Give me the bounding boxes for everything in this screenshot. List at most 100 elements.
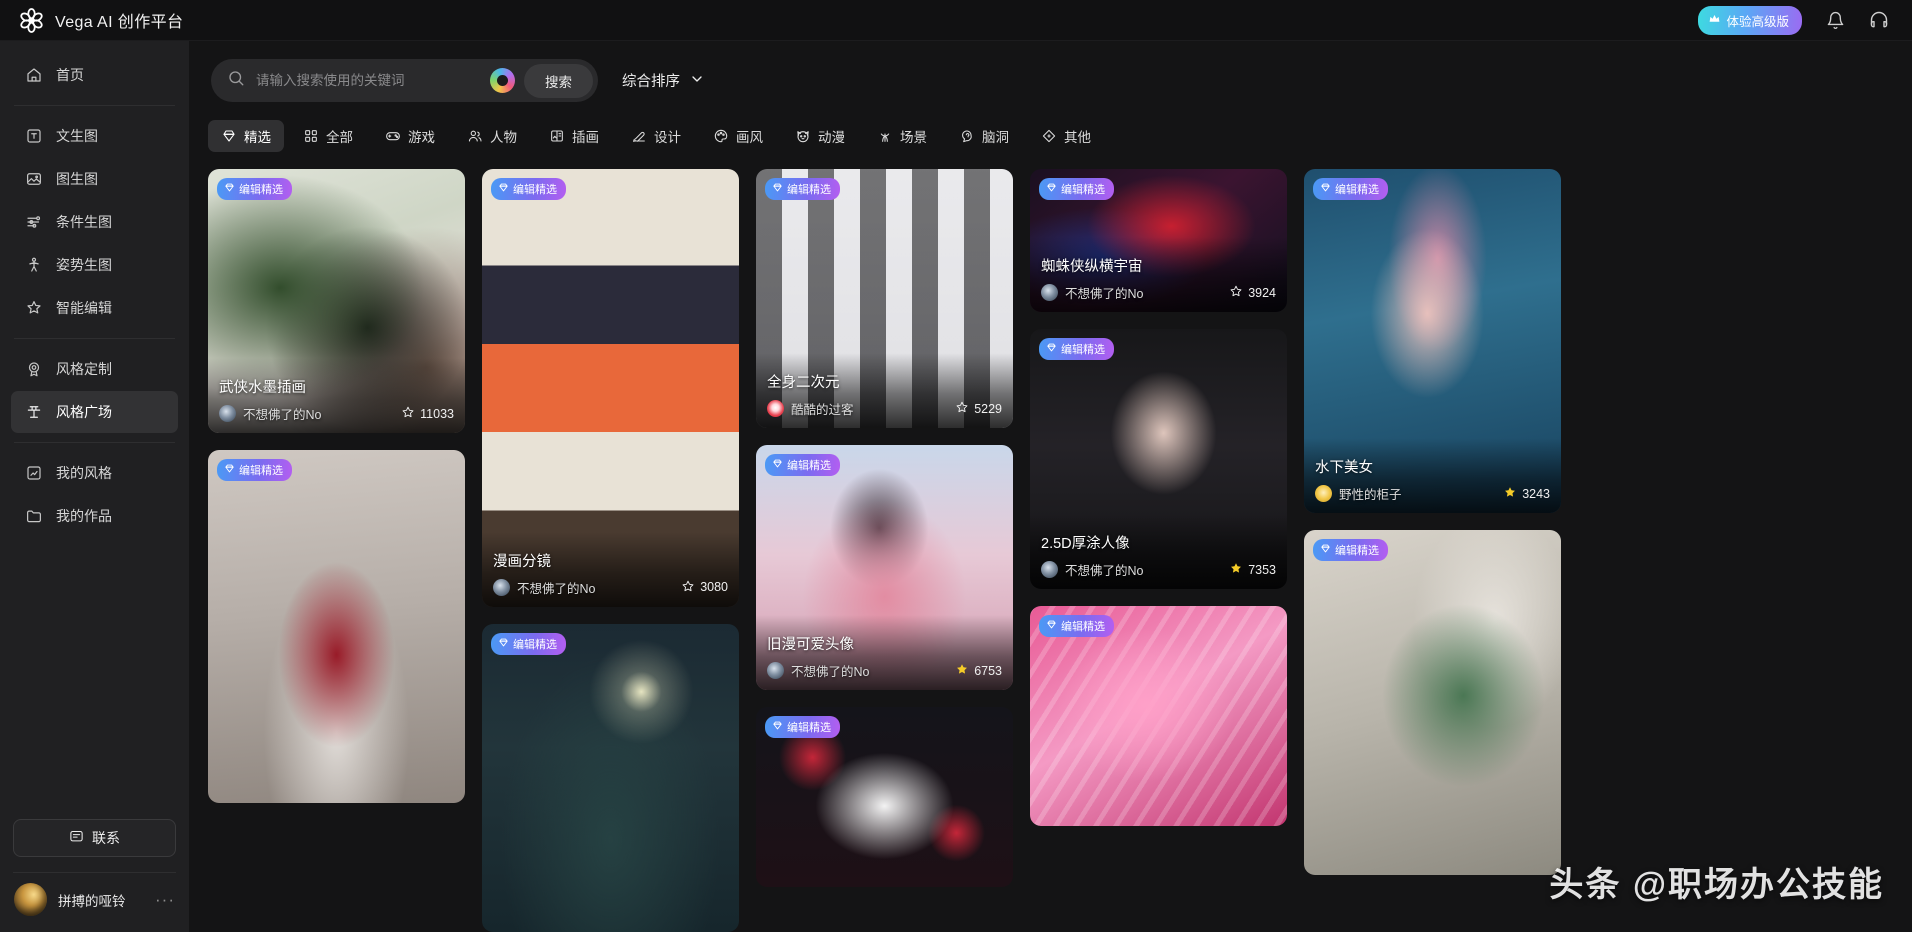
favorite-count[interactable]: 3924: [1229, 284, 1276, 301]
my-style-icon: [25, 464, 43, 482]
chevron-down-icon: [689, 71, 705, 91]
sidebar-divider: [14, 442, 175, 443]
tab-illustration[interactable]: 插画: [536, 120, 612, 152]
badge-label: 编辑精选: [1061, 184, 1105, 196]
sidebar-item-image-to-image[interactable]: 图生图: [11, 158, 178, 200]
style-card[interactable]: 编辑精选 水下美女 野性的柜子 3243: [1304, 169, 1561, 513]
badge-label: 编辑精选: [513, 184, 557, 196]
diamond-icon: [1320, 182, 1331, 196]
star-count: 3243: [1522, 486, 1550, 501]
style-card[interactable]: 编辑精选蜘蛛侠纵横宇宙不想佛了的No 3924: [1030, 169, 1287, 312]
favorite-count[interactable]: 11033: [401, 405, 454, 422]
tab-scene[interactable]: 场景: [864, 120, 940, 152]
tab-diamond[interactable]: 精选: [208, 120, 284, 152]
card-title: 水下美女: [1315, 460, 1373, 476]
user-profile-row[interactable]: 拼搏的哑铃 ···: [0, 883, 189, 916]
style-card[interactable]: 编辑精选 武侠水墨插画 不想佛了的No 11033: [208, 169, 465, 433]
brand[interactable]: Vega AI 创作平台: [0, 7, 184, 33]
contact-button[interactable]: 联系: [13, 819, 176, 857]
sidebar-item-magic-star[interactable]: 智能编辑: [11, 287, 178, 329]
favorite-count[interactable]: 6753: [955, 662, 1002, 679]
sidebar-item-label: 风格广场: [56, 404, 112, 420]
diamond-icon: [772, 720, 783, 734]
style-card[interactable]: 编辑精选 漫画分镜 不想佛了的No 3080: [482, 169, 739, 607]
tab-label: 设计: [654, 130, 681, 145]
sidebar-divider: [13, 872, 176, 873]
favorite-count[interactable]: 7353: [1229, 561, 1276, 578]
editor-pick-badge: 编辑精选: [765, 716, 840, 738]
favorite-count[interactable]: 3243: [1503, 485, 1550, 502]
bell-icon[interactable]: [1824, 9, 1846, 31]
tab-diamond-outline[interactable]: 其他: [1028, 120, 1104, 152]
star-count: 11033: [420, 406, 454, 421]
tab-gamepad[interactable]: 游戏: [372, 120, 448, 152]
sidebar-item-style-target[interactable]: 风格定制: [11, 348, 178, 390]
illustration-icon: [549, 128, 565, 144]
star-count: 3924: [1248, 285, 1276, 300]
tab-label: 精选: [244, 130, 271, 145]
sidebar-item-text-to-image[interactable]: 文生图: [11, 115, 178, 157]
diamond-icon: [498, 637, 509, 651]
card-author: 不想佛了的No: [1065, 287, 1144, 301]
diamond-icon: [772, 182, 783, 196]
badge-label: 编辑精选: [1061, 344, 1105, 356]
sidebar-item-label: 我的风格: [56, 465, 112, 481]
sidebar-item-label: 姿势生图: [56, 257, 112, 273]
search-input[interactable]: [256, 73, 490, 88]
style-card[interactable]: 编辑精选: [482, 623, 739, 932]
sidebar-nav: 首页文生图图生图条件生图姿势生图智能编辑风格定制风格广场我的风格我的作品: [0, 41, 189, 819]
tab-people[interactable]: 人物: [454, 120, 530, 152]
sidebar-divider: [14, 338, 175, 339]
sort-dropdown[interactable]: 综合排序: [622, 70, 705, 91]
badge-label: 编辑精选: [239, 184, 283, 196]
style-card[interactable]: 编辑精选: [208, 450, 465, 803]
style-card[interactable]: 编辑精选全身二次元 酷酷的过客 5229: [756, 169, 1013, 428]
tab-cat-face[interactable]: 动漫: [782, 120, 858, 152]
card-title: 蜘蛛侠纵横宇宙: [1041, 259, 1143, 275]
sidebar-item-pose[interactable]: 姿势生图: [11, 244, 178, 286]
avatar: [14, 883, 47, 916]
card-info-overlay: 全身二次元 酷酷的过客 5229: [756, 353, 1013, 428]
author-avatar: [767, 400, 784, 417]
pose-icon: [25, 256, 43, 274]
style-card[interactable]: 编辑精选: [1304, 530, 1561, 875]
sidebar-item-my-style[interactable]: 我的风格: [11, 452, 178, 494]
favorite-count[interactable]: 5229: [955, 400, 1002, 417]
tab-design[interactable]: 设计: [618, 120, 694, 152]
editor-pick-badge: 编辑精选: [1313, 178, 1388, 200]
headset-icon[interactable]: [1868, 9, 1890, 31]
people-icon: [467, 128, 483, 144]
editor-pick-badge: 编辑精选: [765, 178, 840, 200]
tab-palette[interactable]: 画风: [700, 120, 776, 152]
badge-label: 编辑精选: [787, 460, 831, 472]
tab-brain[interactable]: 脑洞: [946, 120, 1022, 152]
user-name: 拼搏的哑铃: [58, 893, 126, 909]
premium-upgrade-button[interactable]: 体验高级版: [1698, 5, 1802, 35]
sidebar-item-sliders[interactable]: 条件生图: [11, 201, 178, 243]
user-more-button[interactable]: ···: [155, 890, 175, 910]
sidebar-item-home[interactable]: 首页: [11, 54, 178, 96]
sidebar-item-style-plaza[interactable]: 风格广场: [11, 391, 178, 433]
favorite-count[interactable]: 3080: [681, 579, 728, 596]
style-card[interactable]: 编辑精选 旧漫可爱头像 不想佛了的No 6753: [756, 445, 1013, 690]
brand-title: Vega AI 创作平台: [55, 14, 184, 31]
search-button[interactable]: 搜索: [524, 63, 593, 98]
sidebar-item-label: 我的作品: [56, 508, 112, 524]
sidebar: 首页 文生图 图生图 条件生图 姿势生图 智能编辑 风格定制 风格广场 我的风格 我的作品 联系 …: [0, 41, 189, 932]
tab-grid[interactable]: 全部: [290, 120, 366, 152]
diamond-icon: [1046, 342, 1057, 356]
style-card[interactable]: 编辑精选 2.5D厚涂人像 不想佛了的No 7353: [1030, 329, 1287, 589]
star-icon: [681, 579, 695, 596]
grid-column: 编辑精选 武侠水墨插画 不想佛了的No 11033 编辑精选: [208, 169, 465, 932]
search-bar[interactable]: 搜索: [211, 59, 598, 102]
card-meta: 酷酷的过客 5229: [767, 399, 1002, 418]
camera-icon[interactable]: [490, 68, 515, 93]
editor-pick-badge: 编辑精选: [491, 632, 566, 655]
star-icon: [1503, 485, 1517, 502]
style-card[interactable]: 编辑精选: [1030, 606, 1287, 826]
sidebar-item-label: 图生图: [56, 171, 98, 187]
brain-icon: [959, 128, 975, 144]
sidebar-item-folder[interactable]: 我的作品: [11, 495, 178, 537]
card-meta: 不想佛了的No 6753: [767, 661, 1002, 680]
style-card[interactable]: 编辑精选: [756, 707, 1013, 887]
